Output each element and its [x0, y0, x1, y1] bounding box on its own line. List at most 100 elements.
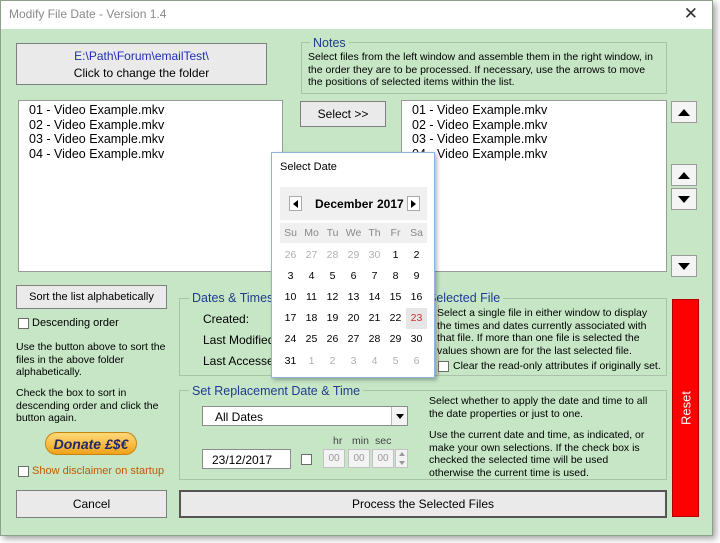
- calendar-day[interactable]: 6: [343, 265, 364, 286]
- notes-text: Select files from the left window and as…: [308, 51, 653, 88]
- calendar-day[interactable]: 15: [385, 286, 406, 307]
- title-bar: Modify File Date - Version 1.4 ✕: [1, 1, 712, 29]
- reset-button[interactable]: Reset: [672, 299, 699, 517]
- selected-file-label: Selected File: [425, 291, 504, 305]
- calendar-day[interactable]: 25: [301, 329, 322, 350]
- next-month-button[interactable]: [407, 196, 420, 211]
- calendar-day[interactable]: 2: [406, 244, 427, 265]
- calendar-day[interactable]: 7: [364, 265, 385, 286]
- selected-file-text: Select a single file in either window to…: [437, 307, 648, 357]
- move-top-button[interactable]: [671, 101, 697, 123]
- process-button[interactable]: Process the Selected Files: [179, 490, 667, 518]
- cancel-button[interactable]: Cancel: [16, 490, 167, 518]
- list-item[interactable]: 01 - Video Example.mkv: [412, 103, 666, 118]
- folder-path: E:\Path\Forum\emailTest\: [74, 48, 209, 63]
- calendar-day[interactable]: 9: [406, 265, 427, 286]
- list-item[interactable]: 03 - Video Example.mkv: [29, 132, 282, 147]
- weekday-label: Fr: [390, 227, 401, 239]
- calendar-day[interactable]: 21: [364, 308, 385, 329]
- calendar-day[interactable]: 30: [406, 329, 427, 350]
- calendar-day[interactable]: 4: [364, 350, 385, 371]
- calendar-day[interactable]: 14: [364, 286, 385, 307]
- clear-readonly-label: Clear the read-only attributes if origin…: [453, 360, 661, 372]
- list-item[interactable]: 04 - Video Example.mkv: [29, 147, 282, 162]
- left-file-list[interactable]: 01 - Video Example.mkv 02 - Video Exampl…: [18, 100, 283, 272]
- minute-field[interactable]: 00: [348, 449, 370, 468]
- move-up-button[interactable]: [671, 164, 697, 186]
- apply-to-dropdown[interactable]: All Dates: [202, 406, 408, 426]
- chevron-down-icon[interactable]: [391, 407, 407, 425]
- calendar-day[interactable]: 29: [343, 244, 364, 265]
- list-item[interactable]: 04 - Video Example.mkv: [412, 147, 666, 162]
- calendar-day[interactable]: 3: [343, 350, 364, 371]
- calendar-day[interactable]: 13: [343, 286, 364, 307]
- calendar-day[interactable]: 5: [322, 265, 343, 286]
- list-item[interactable]: 03 - Video Example.mkv: [412, 132, 666, 147]
- arrow-down-icon: [678, 195, 690, 203]
- calendar-day[interactable]: 11: [301, 286, 322, 307]
- calendar-day[interactable]: 26: [322, 329, 343, 350]
- prev-month-button[interactable]: [289, 196, 302, 211]
- date-picker-title: Select Date: [280, 161, 337, 173]
- calendar-day[interactable]: 4: [301, 265, 322, 286]
- calendar-day[interactable]: 8: [385, 265, 406, 286]
- select-button[interactable]: Select >>: [300, 101, 386, 127]
- spin-up-icon[interactable]: [398, 452, 405, 457]
- weekday-label: Mo: [304, 227, 319, 239]
- calendar-day[interactable]: 26: [280, 244, 301, 265]
- date-value: 23/12/2017: [212, 453, 273, 467]
- reset-label: Reset: [678, 391, 693, 425]
- calendar-day[interactable]: 20: [343, 308, 364, 329]
- descending-checkbox[interactable]: [18, 318, 29, 329]
- list-item[interactable]: 01 - Video Example.mkv: [29, 103, 282, 118]
- calendar-day[interactable]: 12: [322, 286, 343, 307]
- calendar-day[interactable]: 27: [301, 244, 322, 265]
- calendar-day[interactable]: 24: [280, 329, 301, 350]
- list-item[interactable]: 02 - Video Example.mkv: [412, 118, 666, 133]
- calendar-day[interactable]: 6: [406, 350, 427, 371]
- arrow-down-icon: [678, 262, 690, 270]
- calendar-day[interactable]: 5: [385, 350, 406, 371]
- move-down-button[interactable]: [671, 188, 697, 210]
- calendar-year[interactable]: 2017: [377, 197, 404, 211]
- calendar-day[interactable]: 18: [301, 308, 322, 329]
- date-field[interactable]: 23/12/2017: [202, 449, 291, 469]
- calendar-day[interactable]: 2: [322, 350, 343, 371]
- calendar-day[interactable]: 30: [364, 244, 385, 265]
- calendar-day[interactable]: 28: [322, 244, 343, 265]
- right-file-list[interactable]: 01 - Video Example.mkv 02 - Video Exampl…: [401, 100, 667, 272]
- calendar-day[interactable]: 31: [280, 350, 301, 371]
- calendar-day[interactable]: 22: [385, 308, 406, 329]
- spin-down-icon[interactable]: [398, 460, 405, 465]
- calendar-day[interactable]: 1: [301, 350, 322, 371]
- list-item[interactable]: 02 - Video Example.mkv: [29, 118, 282, 133]
- weekday-label: We: [345, 227, 362, 239]
- calendar-day[interactable]: 27: [343, 329, 364, 350]
- clear-readonly-checkbox[interactable]: [438, 361, 449, 372]
- calendar-day[interactable]: 28: [364, 329, 385, 350]
- use-time-checkbox[interactable]: [301, 454, 312, 465]
- move-bottom-button[interactable]: [671, 255, 697, 277]
- calendar-day[interactable]: 3: [280, 265, 301, 286]
- calendar-day[interactable]: 16: [406, 286, 427, 307]
- disclaimer-checkbox[interactable]: [18, 466, 29, 477]
- second-field[interactable]: 00: [372, 449, 394, 468]
- calendar-month[interactable]: December: [315, 197, 373, 211]
- calendar-day[interactable]: 10: [280, 286, 301, 307]
- close-icon[interactable]: ✕: [684, 4, 698, 24]
- change-folder-button[interactable]: E:\Path\Forum\emailTest\ Click to change…: [16, 43, 267, 85]
- sort-button[interactable]: Sort the list alphabetically: [16, 285, 167, 309]
- arrow-up-icon: [678, 108, 690, 116]
- calendar-day[interactable]: 19: [322, 308, 343, 329]
- donate-button[interactable]: Donate £$€: [45, 432, 137, 455]
- calendar-day[interactable]: 23: [406, 307, 427, 329]
- min-label: min: [352, 435, 369, 447]
- calendar-header: December 2017: [280, 187, 427, 220]
- hour-field[interactable]: 00: [323, 449, 345, 468]
- time-spinner[interactable]: [395, 449, 408, 468]
- calendar-day[interactable]: 17: [280, 308, 301, 329]
- sort-help-1: Use the button above to sort the files i…: [16, 341, 166, 378]
- notes-label: Notes: [310, 36, 349, 50]
- calendar-day[interactable]: 29: [385, 329, 406, 350]
- calendar-day[interactable]: 1: [385, 244, 406, 265]
